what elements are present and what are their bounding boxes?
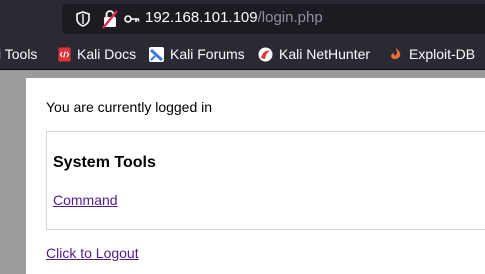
bookmark-label: Kali Docs: [77, 46, 137, 62]
url-text[interactable]: 192.168.101.109/login.php: [145, 9, 323, 26]
bookmark-label: Kali NetHunter: [279, 46, 371, 62]
url-path: /login.php: [257, 9, 323, 26]
command-link[interactable]: Command: [53, 192, 118, 208]
bookmarks-toolbar: i Tools Kali Docs Kali Forums Kali NetHu…: [0, 37, 485, 70]
exploit-db-icon: [391, 48, 401, 60]
login-status-text: You are currently logged in: [46, 99, 213, 115]
url-bar: 192.168.101.109/login.php: [0, 0, 485, 37]
kali-nethunter-icon: [258, 47, 273, 61]
page-viewport: You are currently logged in System Tools…: [0, 70, 485, 274]
system-tools-heading: System Tools: [53, 154, 156, 171]
tracking-protection-shield-icon[interactable]: [76, 11, 90, 32]
main-panel: You are currently logged in System Tools…: [26, 78, 485, 274]
bookmark-kali-tools[interactable]: i Tools: [0, 45, 37, 63]
bookmark-exploit-db[interactable]: Exploit-DB: [389, 45, 475, 63]
bookmark-kali-docs[interactable]: Kali Docs: [58, 45, 136, 63]
insecure-lock-icon[interactable]: [101, 9, 119, 34]
bookmark-label: Exploit-DB: [409, 46, 476, 62]
kali-forums-icon: [149, 46, 164, 62]
bookmark-label: Kali Forums: [170, 46, 245, 62]
bookmark-label: i Tools: [0, 46, 38, 62]
url-host: 192.168.101.109: [145, 9, 258, 26]
logout-link[interactable]: Click to Logout: [46, 245, 139, 261]
system-tools-box: System Tools Command: [46, 131, 485, 230]
kali-docs-icon: [58, 47, 71, 61]
bookmark-kali-forums[interactable]: Kali Forums: [149, 45, 245, 63]
key-icon[interactable]: [124, 12, 140, 30]
bookmark-kali-nethunter[interactable]: Kali NetHunter: [258, 45, 370, 63]
